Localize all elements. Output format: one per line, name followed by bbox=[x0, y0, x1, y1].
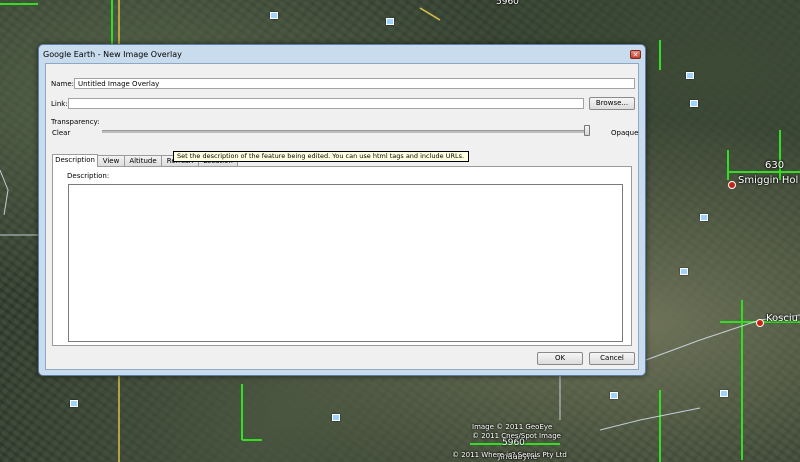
description-tooltip: Set the description of the feature being… bbox=[173, 151, 469, 162]
photo-icon[interactable] bbox=[690, 100, 698, 107]
photo-icon[interactable] bbox=[270, 12, 278, 19]
place-pin-smiggin[interactable] bbox=[728, 181, 736, 189]
clear-label: Clear bbox=[52, 129, 71, 137]
place-label-koscius[interactable]: Kosciu bbox=[766, 313, 798, 324]
link-input[interactable] bbox=[68, 98, 584, 109]
close-button[interactable]: ✕ bbox=[630, 50, 641, 59]
photo-icon[interactable] bbox=[720, 390, 728, 397]
description-tab-panel: Description: bbox=[52, 166, 632, 346]
place-pin-koscius[interactable] bbox=[756, 319, 764, 327]
photo-icon[interactable] bbox=[610, 392, 618, 399]
photo-icon[interactable] bbox=[700, 214, 708, 221]
attribution-line-2: © 2011 Cnes/Spot Image bbox=[472, 432, 561, 440]
photo-icon[interactable] bbox=[70, 400, 78, 407]
cancel-button[interactable]: Cancel bbox=[589, 352, 635, 365]
name-input[interactable] bbox=[74, 78, 635, 89]
description-textarea[interactable] bbox=[68, 184, 623, 342]
tab-description[interactable]: Description bbox=[52, 154, 98, 167]
photo-icon[interactable] bbox=[686, 72, 694, 79]
attribution-line-1: Image © 2011 GeoEye bbox=[472, 423, 553, 431]
photo-icon[interactable] bbox=[680, 268, 688, 275]
description-label: Description: bbox=[67, 172, 110, 180]
opaque-label: Opaque bbox=[611, 129, 639, 137]
link-label: Link: bbox=[51, 100, 68, 108]
slider-track[interactable] bbox=[102, 130, 590, 133]
elevation-label-top: 5960 bbox=[496, 0, 519, 7]
place-label-smiggin[interactable]: Smiggin Hol bbox=[738, 175, 798, 186]
photo-icon[interactable] bbox=[332, 414, 340, 421]
new-image-overlay-dialog: Google Earth - New Image Overlay ✕ Name:… bbox=[38, 44, 646, 376]
browse-button[interactable]: Browse... bbox=[589, 97, 635, 110]
title-bar[interactable]: Google Earth - New Image Overlay ✕ bbox=[43, 48, 641, 61]
tab-altitude[interactable]: Altitude bbox=[124, 155, 162, 166]
slider-thumb[interactable] bbox=[584, 125, 590, 136]
attribution-line-3: © 2011 Where is? Sensis Pty Ltd bbox=[452, 451, 567, 459]
photo-icon[interactable] bbox=[386, 18, 394, 25]
dialog-content: Name: Link: Browse... Transparency: Clea… bbox=[45, 63, 639, 370]
elevation-label-630: 630 bbox=[765, 160, 785, 171]
dialog-title: Google Earth - New Image Overlay bbox=[43, 50, 182, 59]
name-label: Name: bbox=[51, 80, 75, 88]
tab-view[interactable]: View bbox=[97, 155, 125, 166]
close-icon: ✕ bbox=[632, 51, 639, 59]
transparency-label: Transparency: bbox=[51, 118, 100, 126]
ok-button[interactable]: OK bbox=[537, 352, 583, 365]
